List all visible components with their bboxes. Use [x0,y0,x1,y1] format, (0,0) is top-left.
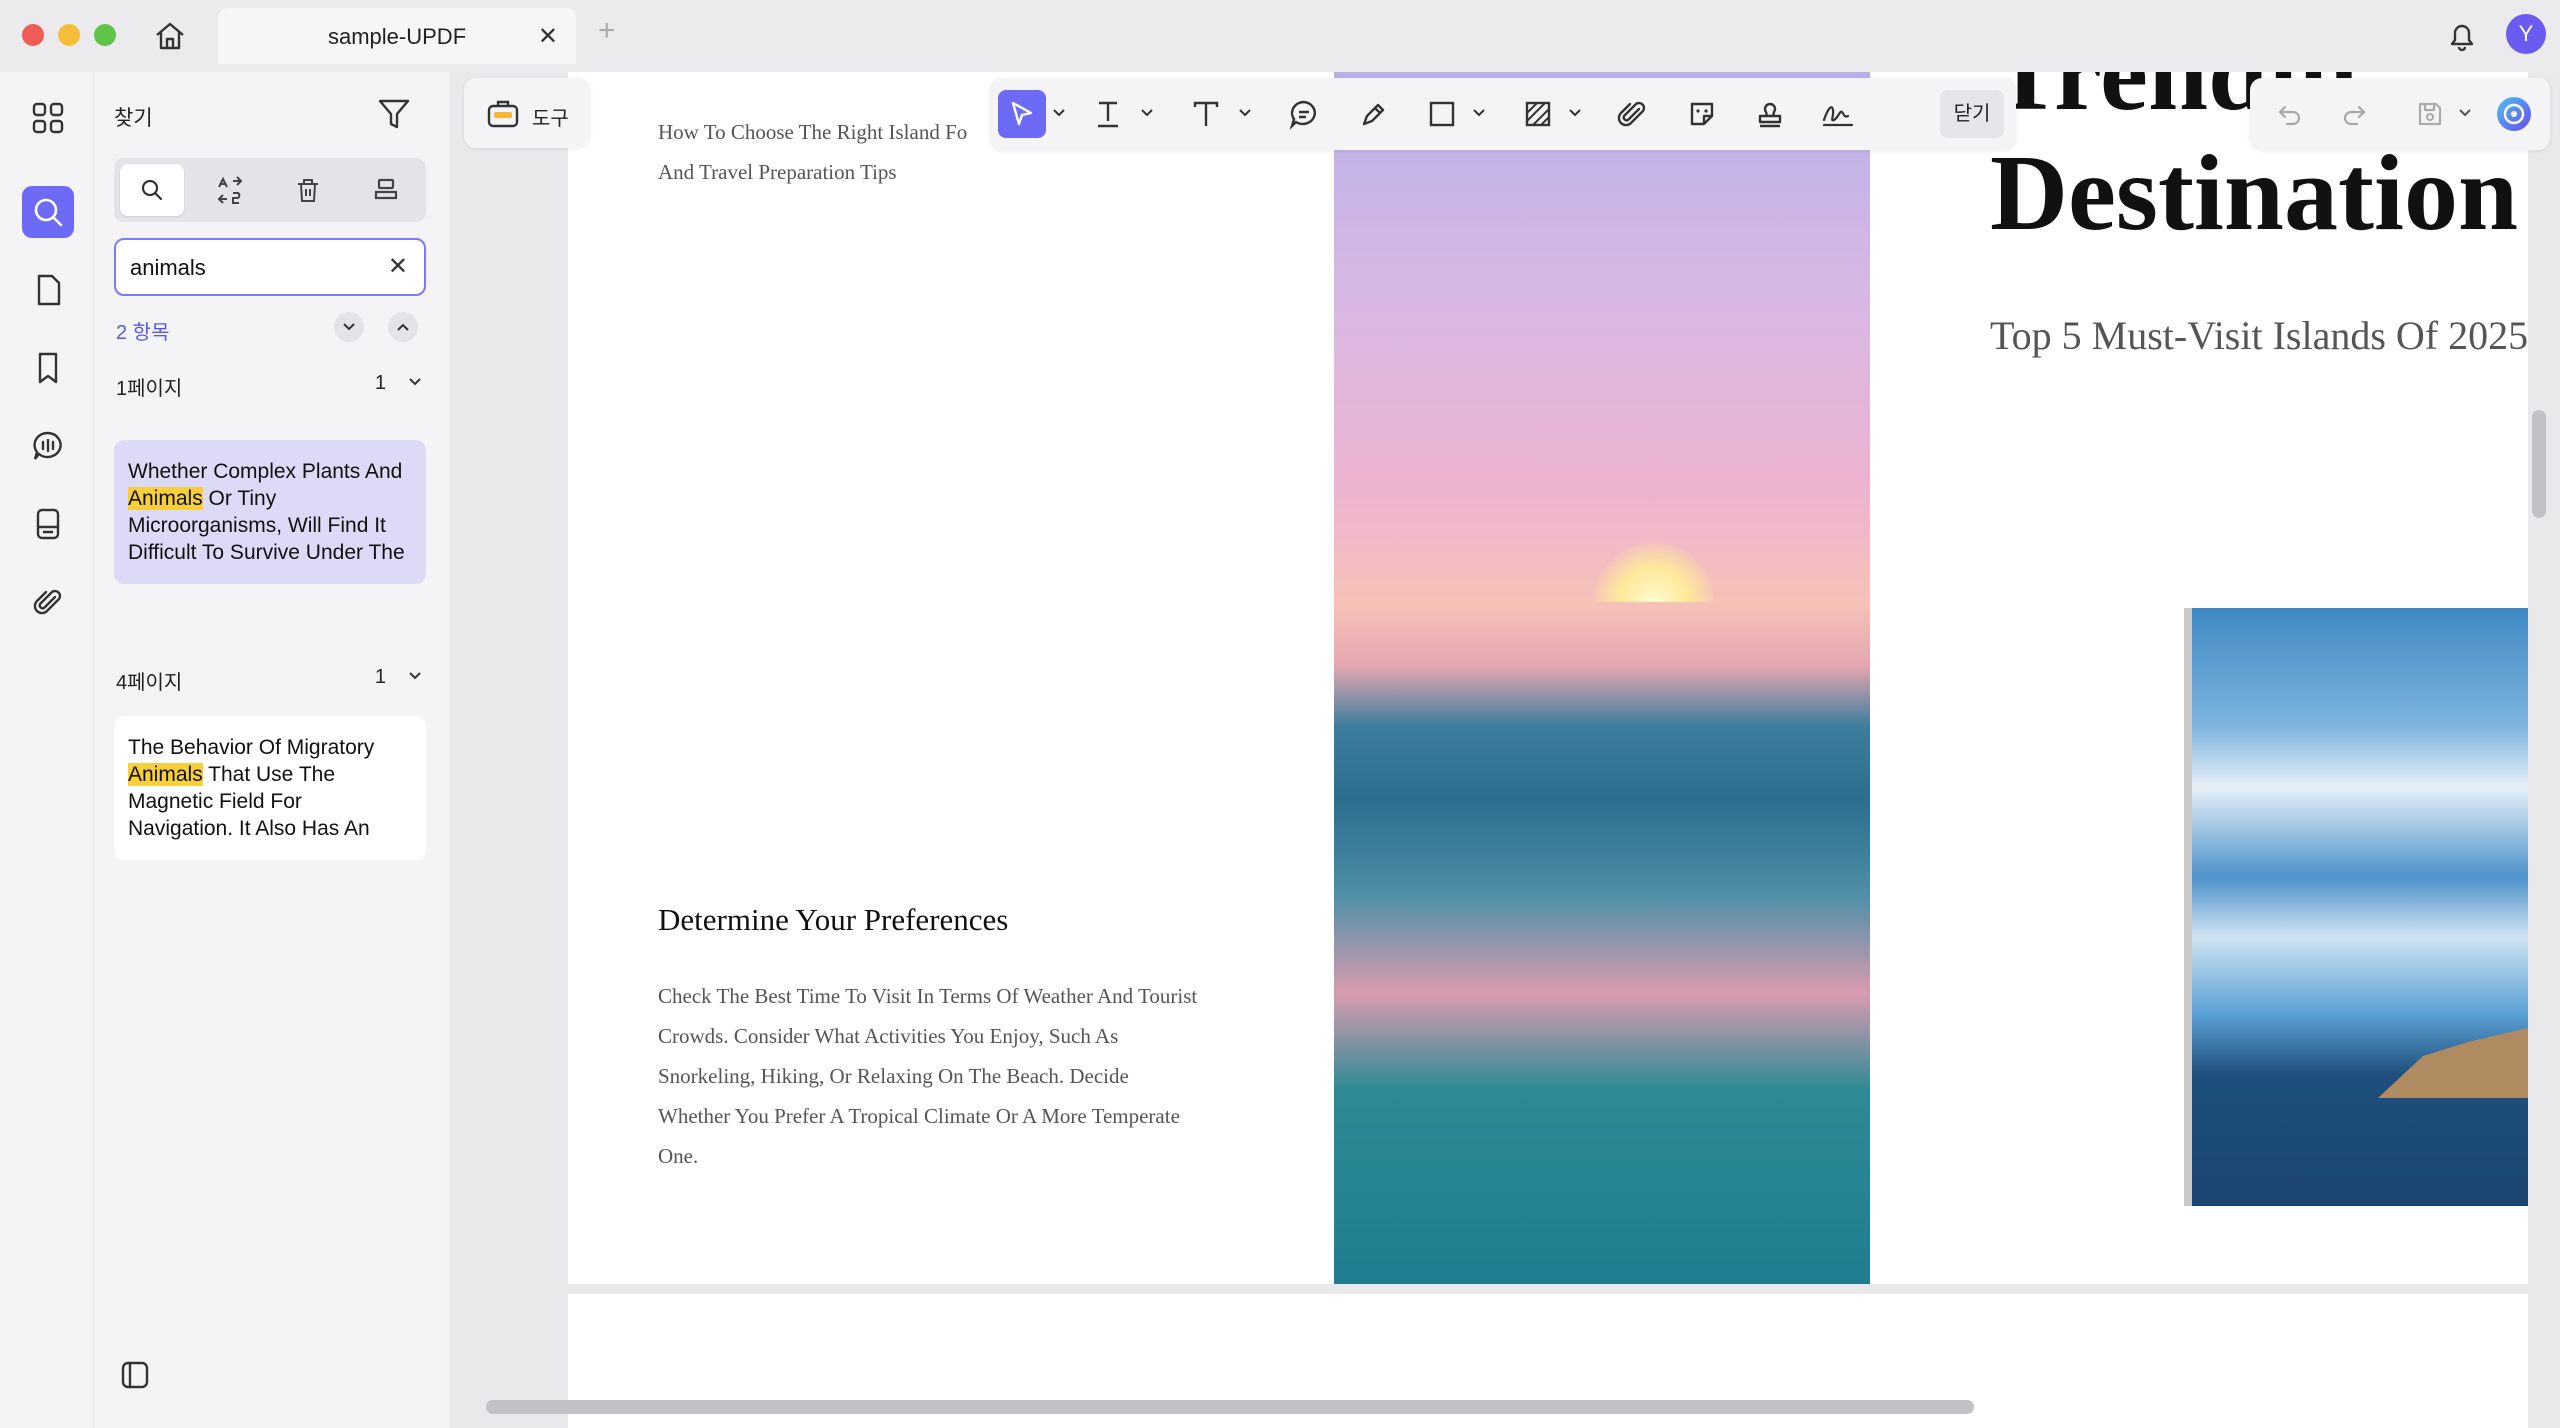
close-window-button[interactable] [22,24,44,46]
document-icon[interactable] [22,498,74,550]
new-tab-button[interactable]: + [598,14,616,48]
title-bar: sample-UPDF ✕ + Y [0,0,2560,72]
bookmark-icon[interactable] [22,342,74,394]
search-panel: 찾기 ✕ 2 항목 1페이지 1 Whether Complex Plants … [94,72,450,1428]
group-page-label: 1페이지 [116,378,183,400]
attach-file-tool-icon[interactable] [1608,90,1656,138]
tab-close-icon[interactable]: ✕ [538,22,558,51]
search-icon[interactable] [22,186,74,238]
sunset-ocean-image [1334,72,1870,1284]
snippet-text: Whether Complex Plants And [128,460,403,483]
tools-button[interactable]: 도구 [464,78,590,148]
clear-search-icon[interactable]: ✕ [388,252,408,281]
comment-tool-icon[interactable] [1280,90,1328,138]
group-count: 1 [374,372,386,394]
text-highlight-tool-icon[interactable] [1084,90,1132,138]
result-count: 2 항목 [116,322,170,344]
bell-icon[interactable] [2442,16,2482,56]
minimize-window-button[interactable] [58,24,80,46]
chevron-down-icon[interactable] [2458,108,2472,118]
snippet-match: Animals [128,763,203,786]
filter-icon[interactable] [374,94,414,134]
horizontal-scrollbar[interactable] [486,1400,1974,1414]
ai-assistant-icon[interactable] [2490,90,2538,138]
section-heading: Determine Your Preferences [658,902,1009,937]
redact-icon[interactable] [276,164,340,216]
group-count: 1 [374,666,386,688]
thumbnails-icon[interactable] [22,92,74,144]
save-icon[interactable] [2406,90,2454,138]
snippet-text: The Behavior Of Migratory [128,736,375,759]
comment-icon[interactable] [22,420,74,472]
right-toolbar [2250,78,2550,150]
left-rail [0,72,94,1428]
home-icon[interactable] [148,16,192,56]
select-tool-icon[interactable] [998,90,1046,138]
subtitle-line: And Travel Preparation Tips [658,160,897,184]
maximize-window-button[interactable] [94,24,116,46]
document-tab[interactable]: sample-UPDF ✕ [218,8,576,64]
area-highlight-tool-icon[interactable] [1514,90,1562,138]
rectangle-tool-icon[interactable] [1418,90,1466,138]
group-page-label: 4페이지 [116,672,183,694]
search-mode-icon[interactable] [120,164,184,216]
stamp-search-icon[interactable] [354,164,418,216]
search-mode-switcher [114,158,426,222]
redo-icon[interactable] [2330,90,2378,138]
next-result-button[interactable] [334,312,364,342]
page-subtitle: How To Choose The Right Island Fo And Tr… [658,112,998,192]
page-icon[interactable] [22,264,74,316]
panel-settings-icon[interactable] [118,1358,152,1397]
result-group-header[interactable]: 4페이지 1 [116,666,426,695]
subtitle-line: How To Choose The Right Island Fo [658,120,968,144]
chevron-down-icon[interactable] [408,664,422,687]
search-field[interactable]: ✕ [114,238,426,296]
document-viewport[interactable]: How To Choose The Right Island Fo And Tr… [450,72,2560,1428]
chevron-down-icon[interactable] [1568,108,1582,118]
cliff-shape [2378,1028,2528,1098]
island-sky-image [2184,608,2528,1206]
chevron-down-icon[interactable] [408,370,422,393]
chevron-down-icon[interactable] [1052,108,1066,118]
attachment-icon[interactable] [22,576,74,628]
replace-mode-icon[interactable] [198,164,262,216]
section-body: Check The Best Time To Visit In Terms Of… [658,984,1198,1168]
panel-title: 찾기 [114,107,153,130]
text-tool-icon[interactable] [1182,90,1230,138]
chevron-down-icon[interactable] [1238,108,1252,118]
search-input[interactable] [130,254,380,282]
tools-label: 도구 [532,108,569,130]
chevron-down-icon[interactable] [1140,108,1154,118]
snippet-match: Animals [128,487,203,510]
search-result-item[interactable]: The Behavior Of Migratory Animals That U… [114,716,426,860]
pdf-page: How To Choose The Right Island Fo And Tr… [568,72,2528,1284]
result-group-header[interactable]: 1페이지 1 [116,372,426,401]
tab-title: sample-UPDF [328,24,467,49]
chevron-down-icon[interactable] [1472,108,1486,118]
big-title: Destination [1990,134,2519,253]
close-toolbar-button[interactable]: 닫기 [1940,90,2004,138]
stamp-tool-icon[interactable] [1746,90,1794,138]
previous-result-button[interactable] [388,312,418,342]
toolbox-icon [487,100,519,128]
vertical-scrollbar[interactable] [2532,410,2546,518]
sun-glow [1594,542,1714,602]
search-result-item[interactable]: Whether Complex Plants And Animals Or Ti… [114,440,426,584]
avatar[interactable]: Y [2506,14,2546,54]
undo-icon[interactable] [2266,90,2314,138]
sticker-tool-icon[interactable] [1678,90,1726,138]
sub-title: Top 5 Must-Visit Islands Of 2025 [1990,313,2529,358]
signature-tool-icon[interactable] [1814,90,1862,138]
annotation-toolbar: 닫기 [990,78,2016,150]
pen-tool-icon[interactable] [1350,90,1398,138]
